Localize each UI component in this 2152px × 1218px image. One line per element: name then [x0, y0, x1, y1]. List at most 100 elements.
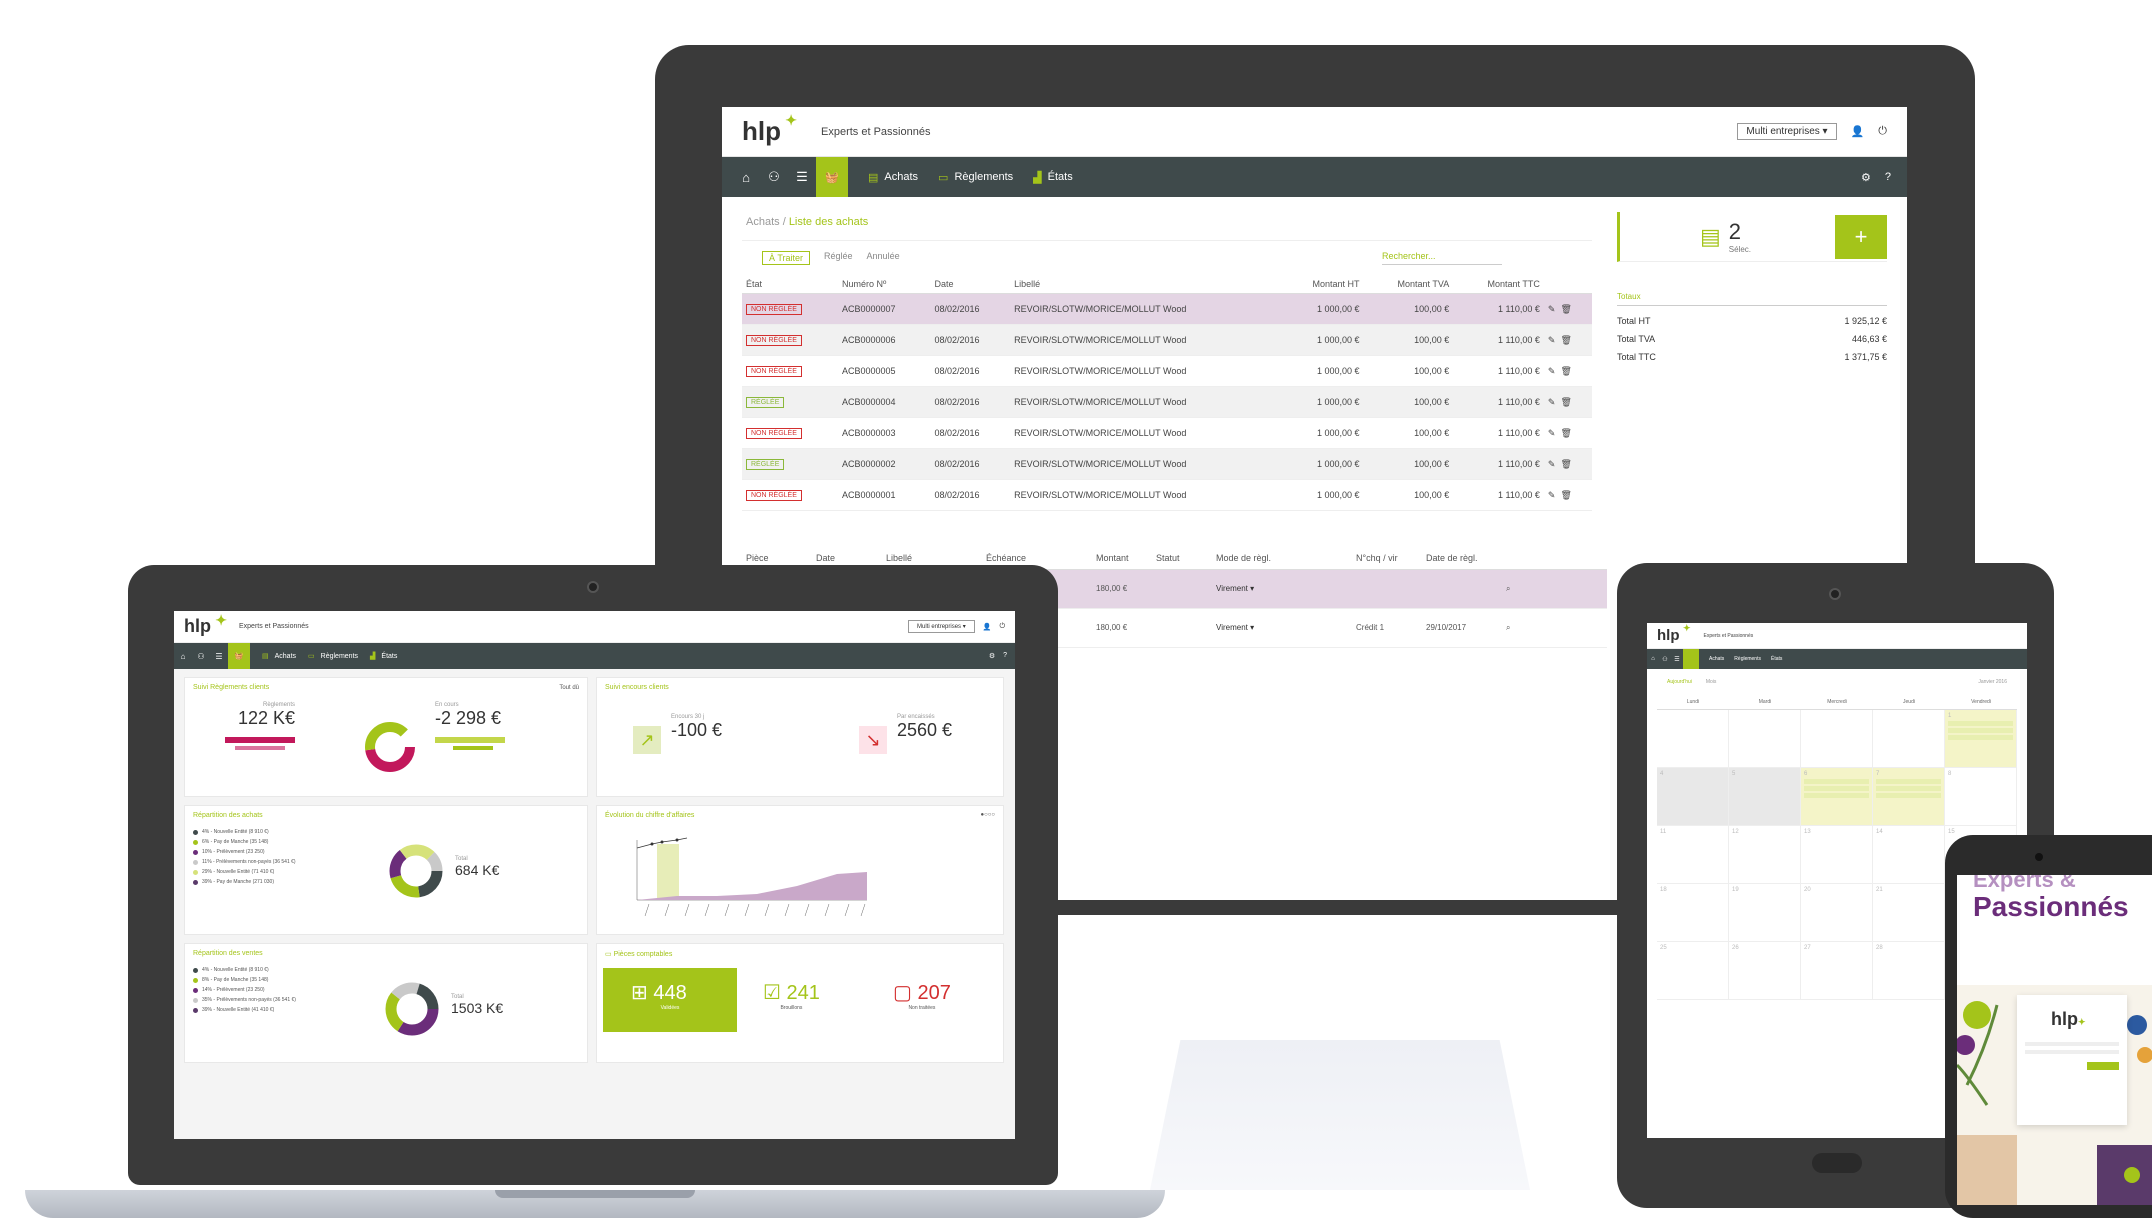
hlp-logo[interactable]: hlp ✦: [184, 612, 227, 637]
nav-reglements[interactable]: Règlements: [1734, 656, 1761, 662]
edit-icon[interactable]: ✎: [1548, 304, 1556, 314]
calendar-day[interactable]: 28: [1873, 942, 1945, 1000]
users-icon[interactable]: ⚇: [1659, 656, 1671, 663]
settings-icon[interactable]: ⚙: [1861, 171, 1871, 184]
payment-column-header[interactable]: Libellé: [886, 553, 986, 563]
user-icon[interactable]: 👤: [1851, 125, 1865, 138]
settings-icon[interactable]: ⚙: [989, 652, 995, 660]
table-row[interactable]: RÉGLÉE ACB0000002 08/02/2016 REVOIR/SLOTW/M…: [742, 448, 1592, 480]
table-row[interactable]: NON RÉGLÉE ACB0000003 08/02/2016 REVOIR/SLO…: [742, 417, 1592, 449]
view-mode[interactable]: Mois: [1706, 679, 1717, 685]
calendar-event[interactable]: [1876, 786, 1941, 791]
delete-icon[interactable]: 🗑: [1560, 490, 1571, 500]
table-row[interactable]: NON RÉGLÉE ACB0000005 08/02/2016 REVOIR/SLO…: [742, 355, 1592, 387]
table-row[interactable]: NON RÉGLÉE ACB0000001 08/02/2016 REVOIR/SLO…: [742, 479, 1592, 511]
payment-column-header[interactable]: Montant: [1096, 553, 1156, 563]
nav-achats[interactable]: ▤ Achats: [868, 171, 918, 184]
power-icon[interactable]: ⏻: [1878, 125, 1887, 138]
column-header[interactable]: Montant HT: [1280, 275, 1364, 294]
edit-icon[interactable]: ✎: [1548, 459, 1556, 469]
delete-icon[interactable]: 🗑: [1560, 335, 1571, 345]
calendar-day[interactable]: 1: [1945, 710, 2017, 768]
payment-column-header[interactable]: Échéance: [986, 553, 1096, 563]
list-icon[interactable]: ☰: [1671, 656, 1683, 663]
payment-column-header[interactable]: N°chq / vir: [1356, 553, 1426, 563]
edit-icon[interactable]: ✎: [1548, 490, 1556, 500]
calendar-day[interactable]: 27: [1801, 942, 1873, 1000]
filter-reglee[interactable]: Réglée: [824, 251, 853, 265]
calendar-day[interactable]: 7: [1873, 768, 1945, 826]
payment-date-field[interactable]: [1426, 584, 1506, 594]
home-icon[interactable]: ⌂: [732, 170, 760, 185]
column-header[interactable]: Libellé: [1010, 275, 1281, 294]
delete-icon[interactable]: 🗑: [1560, 366, 1571, 376]
calendar-day[interactable]: 8: [1945, 768, 2017, 826]
calendar-day[interactable]: 26: [1729, 942, 1801, 1000]
pending-tile[interactable]: ▢ 207 Non traitées: [893, 980, 951, 1011]
users-icon[interactable]: ⚇: [192, 652, 210, 661]
nav-etats[interactable]: ▟ États: [370, 652, 397, 661]
basket-icon[interactable]: 🧺: [228, 643, 250, 669]
table-row[interactable]: NON RÉGLÉE ACB0000006 08/02/2016 REVOIR/SLO…: [742, 324, 1592, 356]
delete-icon[interactable]: 🗑: [1560, 459, 1571, 469]
calendar-day[interactable]: 18: [1657, 884, 1729, 942]
help-icon[interactable]: ?: [1003, 652, 1007, 660]
payment-column-header[interactable]: Date: [816, 553, 886, 563]
calendar-day[interactable]: [1801, 710, 1873, 768]
calendar-day[interactable]: 19: [1729, 884, 1801, 942]
nav-reglements[interactable]: ▭ Règlements: [308, 652, 358, 661]
login-button[interactable]: [2087, 1062, 2119, 1070]
calendar-event[interactable]: [1948, 728, 2013, 733]
power-icon[interactable]: ⏻: [999, 623, 1005, 631]
calendar-day[interactable]: 6: [1801, 768, 1873, 826]
today-button[interactable]: Aujourd'hui: [1667, 679, 1692, 685]
table-row[interactable]: RÉGLÉE ACB0000004 08/02/2016 REVOIR/SLOTW/M…: [742, 386, 1592, 418]
calendar-day[interactable]: 5: [1729, 768, 1801, 826]
payment-column-header[interactable]: Mode de règl.: [1216, 553, 1356, 563]
calendar-day[interactable]: 25: [1657, 942, 1729, 1000]
column-header[interactable]: État: [742, 275, 838, 294]
basket-icon[interactable]: [1683, 649, 1699, 669]
help-icon[interactable]: ?: [1885, 171, 1891, 184]
add-button[interactable]: +: [1835, 214, 1887, 259]
column-header[interactable]: Montant TVA: [1363, 275, 1454, 294]
calendar-event[interactable]: [1804, 779, 1869, 784]
filter-a-traiter[interactable]: À Traiter: [762, 251, 811, 265]
calendar-day[interactable]: 20: [1801, 884, 1873, 942]
calendar-day[interactable]: 12: [1729, 826, 1801, 884]
column-header[interactable]: Date: [930, 275, 1011, 294]
basket-icon[interactable]: 🧺: [816, 157, 848, 197]
nav-achats[interactable]: Achats: [1709, 656, 1724, 662]
home-icon[interactable]: ⌂: [174, 652, 192, 661]
edit-icon[interactable]: ✎: [1548, 335, 1556, 345]
filter-annulee[interactable]: Annulée: [867, 251, 900, 265]
draft-tile[interactable]: ☑ 241 Brouillons: [763, 980, 820, 1011]
search-icon[interactable]: ⌕: [1506, 584, 1546, 594]
calendar-day[interactable]: [1657, 710, 1729, 768]
breadcrumb-root[interactable]: Achats: [746, 216, 780, 228]
edit-icon[interactable]: ✎: [1548, 366, 1556, 376]
calendar-day[interactable]: 21: [1873, 884, 1945, 942]
pager-dots[interactable]: ●○○○: [981, 812, 996, 818]
search-input[interactable]: Rechercher...: [1382, 251, 1502, 265]
edit-icon[interactable]: ✎: [1548, 428, 1556, 438]
payment-column-header[interactable]: Pièce: [746, 553, 816, 563]
payment-column-header[interactable]: Statut: [1156, 553, 1216, 563]
calendar-event[interactable]: [1948, 721, 2013, 726]
company-select[interactable]: Multi entreprises ▾: [1737, 123, 1837, 140]
delete-icon[interactable]: 🗑: [1560, 304, 1571, 314]
payment-mode-select[interactable]: Virement ▾: [1216, 623, 1356, 633]
validated-tile[interactable]: ⊞ 448 Validées: [603, 968, 737, 1032]
calendar-event[interactable]: [1804, 793, 1869, 798]
calendar-day[interactable]: 4: [1657, 768, 1729, 826]
hlp-logo[interactable]: hlp ✦: [742, 112, 797, 147]
password-field[interactable]: [2025, 1050, 2119, 1054]
users-icon[interactable]: ⚇: [760, 169, 788, 185]
payment-date-field[interactable]: 29/10/2017: [1426, 623, 1506, 633]
home-icon[interactable]: ⌂: [1647, 656, 1659, 662]
payment-column-header[interactable]: Date de règl.: [1426, 553, 1506, 563]
edit-icon[interactable]: ✎: [1548, 397, 1556, 407]
column-header[interactable]: Numéro Nº: [838, 275, 931, 294]
delete-icon[interactable]: 🗑: [1560, 428, 1571, 438]
nav-etats[interactable]: ▟ États: [1033, 171, 1073, 184]
